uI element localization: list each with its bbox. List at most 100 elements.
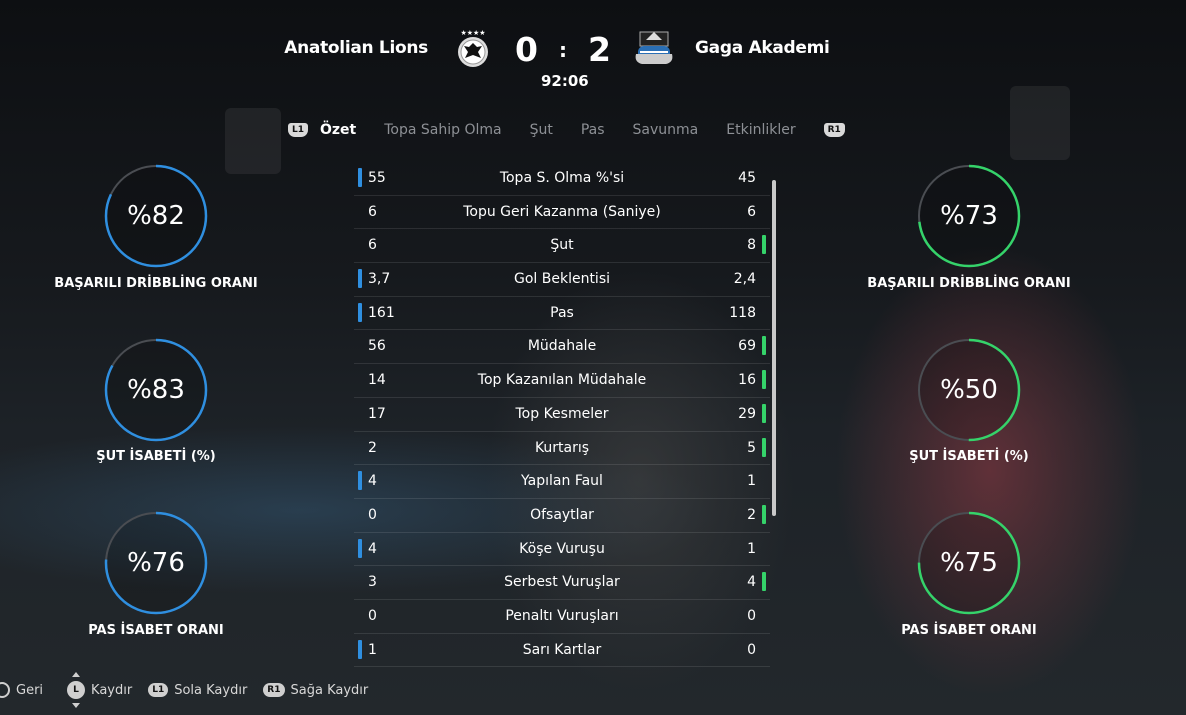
svg-text:★★★★: ★★★★ (460, 29, 485, 37)
home-pass-accuracy-value: %76 (127, 548, 185, 578)
stat-row: Penaltı Vuruşları 0 0 (354, 600, 770, 634)
stat-name: Yapılan Faul (521, 473, 603, 490)
home-dribbling-value: %82 (127, 201, 185, 231)
away-score: 2 (588, 30, 611, 69)
home-team-name: Anatolian Lions (284, 38, 428, 58)
home-stat-value: 2 (368, 439, 377, 456)
home-ring-shot-accuracy: %83 (104, 338, 208, 442)
stat-name: Top Kesmeler (515, 405, 609, 422)
stat-row: Yapılan Faul 4 1 (354, 465, 770, 499)
away-stat-value: 8 (747, 237, 756, 254)
away-stat-value: 6 (747, 203, 756, 220)
tab-pas[interactable]: Pas (581, 122, 605, 138)
stat-name: Topa S. Olma %'si (499, 170, 625, 186)
stats-table: Topa S. Olma %'si 55 45 Topu Geri Kazanma (… (354, 162, 770, 668)
stat-row: Pas 161 118 (354, 297, 770, 331)
away-stat-value: 1 (747, 473, 756, 490)
home-stat-value: 4 (368, 473, 377, 490)
home-shot-accuracy-value: %83 (127, 375, 185, 405)
home-stat-value: 6 (368, 203, 377, 220)
stat-row: Köşe Vuruşu 4 1 (354, 533, 770, 567)
away-stat-value: 2 (747, 506, 756, 523)
tab-topa-sahip-olma[interactable]: Topa Sahip Olma (384, 122, 501, 138)
away-dribbling-label: BAŞARILI DRİBBLİNG ORANI (867, 276, 1071, 291)
away-stat-value: 4 (747, 574, 756, 591)
away-ring-dribbling: %73 (917, 164, 1021, 268)
away-stat-value: 45 (738, 170, 756, 186)
home-stat-value: 56 (368, 338, 386, 355)
home-ring-pass-accuracy: %76 (104, 511, 208, 615)
stat-row: Şut 6 8 (354, 229, 770, 264)
footer-controls: Geri L Kaydır L1 Sola Kaydır R1 Sağa Kay… (0, 672, 384, 708)
away-shot-accuracy-value: %50 (940, 375, 998, 405)
stat-row: Müdahale 56 69 (354, 330, 770, 365)
circle-button-icon (0, 682, 10, 698)
away-team-name: Gaga Akademi (695, 38, 830, 58)
stat-name: Ofsaytlar (530, 506, 594, 523)
score-separator: : (559, 38, 567, 62)
home-score: 0 (515, 30, 538, 69)
back-control[interactable]: Geri (0, 682, 43, 698)
stat-row: Topu Geri Kazanma (Saniye) 6 6 (354, 196, 770, 230)
tab-etkinlikler[interactable]: Etkinlikler (726, 122, 795, 138)
magpie-crest-icon (632, 28, 673, 68)
home-ring-dribbling: %82 (104, 164, 208, 268)
r1-footer-icon: R1 (263, 683, 285, 697)
away-stat-value: 0 (747, 641, 756, 658)
home-dribbling-label: BAŞARILI DRİBBLİNG ORANI (54, 276, 258, 291)
tab-sut[interactable]: Şut (530, 122, 553, 138)
away-stat-value: 5 (747, 439, 756, 456)
home-stat-value: 3 (368, 574, 377, 591)
stat-name: Kurtarış (534, 439, 590, 456)
away-pass-accuracy-label: PAS İSABET ORANI (901, 623, 1037, 638)
stat-name: Pas (550, 304, 574, 321)
home-stat-value: 3,7 (368, 271, 391, 288)
stats-scrollbar[interactable] (772, 180, 776, 516)
stat-name: Topu Geri Kazanma (Saniye) (463, 203, 661, 220)
away-shot-accuracy-label: ŞUT İSABETİ (%) (909, 449, 1029, 464)
background-sign-right (1010, 86, 1070, 160)
scroll-right-label: Sağa Kaydır (290, 682, 369, 698)
away-ring-pass-accuracy: %75 (917, 511, 1021, 615)
stats-tab-bar: L1 Özet Topa Sahip Olma Şut Pas Savunma … (288, 118, 845, 142)
away-stat-value: 16 (738, 372, 756, 389)
away-pass-accuracy-value: %75 (940, 548, 998, 578)
home-stat-value: 55 (368, 170, 386, 186)
stat-name: Penaltı Vuruşları (505, 607, 619, 624)
home-stat-value: 161 (368, 304, 395, 321)
left-stick-icon: L (67, 672, 86, 708)
home-stat-value: 4 (368, 540, 377, 557)
away-stat-value: 29 (738, 405, 756, 422)
stat-name: Sarı Kartlar (522, 641, 602, 658)
stat-row: Top Kesmeler 17 29 (354, 398, 770, 432)
stat-row: Sarı Kartlar 1 0 (354, 634, 770, 668)
stat-row: Serbest Vuruşlar 3 4 (354, 566, 770, 600)
stat-row: Top Kazanılan Müdahale 14 16 (354, 364, 770, 398)
scroll-right-control[interactable]: R1 Sağa Kaydır (263, 683, 368, 698)
match-clock: 92:06 (541, 72, 589, 90)
l1-button-icon[interactable]: L1 (288, 123, 308, 137)
away-dribbling-value: %73 (940, 201, 998, 231)
home-stat-value: 0 (368, 506, 377, 523)
home-stat-value: 14 (368, 372, 386, 389)
scroll-label: Kaydır (91, 682, 133, 698)
stat-name: Köşe Vuruşu (519, 540, 605, 557)
away-ring-shot-accuracy: %50 (917, 338, 1021, 442)
home-shot-accuracy-label: ŞUT İSABETİ (%) (96, 449, 216, 464)
stat-name: Gol Beklentisi (513, 271, 611, 288)
home-pass-accuracy-label: PAS İSABET ORANI (88, 623, 224, 638)
r1-button-icon[interactable]: R1 (823, 123, 845, 137)
away-stat-value: 118 (729, 304, 756, 321)
background-sign-left (225, 108, 281, 174)
stat-row: Topa S. Olma %'si 55 45 (354, 162, 770, 196)
away-stat-value: 0 (747, 607, 756, 624)
tab-savunma[interactable]: Savunma (633, 122, 699, 138)
scroll-left-control[interactable]: L1 Sola Kaydır (148, 683, 247, 698)
scroll-control[interactable]: L Kaydır (67, 672, 133, 708)
scroll-left-label: Sola Kaydır (174, 682, 248, 698)
stat-name: Şut (550, 237, 574, 254)
stat-name: Serbest Vuruşlar (504, 574, 620, 591)
away-stat-value: 2,4 (733, 271, 756, 288)
tab-ozet[interactable]: Özet (320, 122, 356, 138)
scoreboard: Anatolian Lions ★★★★ 0 : 2 Gaga Akademi … (0, 22, 1186, 92)
